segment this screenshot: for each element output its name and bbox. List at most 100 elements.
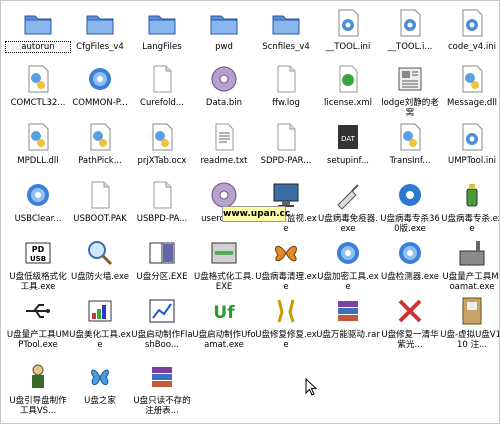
file-label: PathPick... — [78, 156, 122, 166]
folder-icon — [146, 7, 178, 39]
document-icon — [146, 63, 178, 95]
file-label: U盘量产工具Mfoamat.exe — [442, 272, 500, 292]
file-label: U盘病毒清理.exe — [255, 272, 317, 292]
file-label: TransInf... — [389, 156, 431, 166]
file-item[interactable]: U盘之家 — [70, 358, 130, 426]
file-label: U盘分区.EXE — [136, 272, 188, 282]
file-label: U盘病毒专杀.exe — [441, 214, 500, 234]
file-label: Message.dll — [446, 98, 498, 108]
file-label: U盘只读不存的注册表... — [133, 396, 191, 416]
magnifier-icon — [84, 237, 116, 269]
file-label: U盘启动制作FlashBoo... — [131, 330, 193, 350]
document-icon — [146, 179, 178, 211]
file-label: __TOOL.i... — [387, 42, 433, 52]
file-label: U盘引导盘制作工具VS... — [9, 396, 67, 416]
folder-icon — [22, 7, 54, 39]
file-label: U盘病毒专杀360版.exe — [380, 214, 440, 234]
file-label: U盘启动制作Ufoamat.exe — [192, 330, 256, 350]
repair-x-icon — [394, 295, 426, 327]
folder-icon — [208, 7, 240, 39]
file-item[interactable]: Uf U盘启动制作Ufoamat.exe — [192, 292, 256, 360]
gear-blue-icon — [394, 237, 426, 269]
tools-icon — [270, 295, 302, 327]
dll-gear-icon — [146, 121, 178, 153]
file-label: readme.txt — [200, 156, 248, 166]
file-label: U盘防火墙.exe — [70, 272, 129, 282]
file-item[interactable]: U盘修复修复.exe — [255, 292, 317, 360]
file-label: pwd — [215, 42, 233, 52]
uf-logo-icon: Uf — [208, 295, 240, 327]
usb-symbol-icon — [22, 295, 54, 327]
file-label: U盘量产工具UMPTool.exe — [6, 330, 70, 350]
file-label: U盘病毒免疫器.exe — [318, 214, 378, 234]
document-icon — [84, 179, 116, 211]
file-label: __TOOL.ini — [325, 42, 371, 52]
disc-icon — [208, 63, 240, 95]
file-item[interactable]: U盘万能驱动.rar — [316, 292, 380, 360]
folder-icon — [84, 7, 116, 39]
file-label: autorun — [5, 41, 71, 53]
document-icon — [270, 63, 302, 95]
file-item[interactable]: U盘美化工具.exe — [69, 292, 131, 360]
virtual-disk-icon — [456, 295, 488, 327]
file-item[interactable]: U盘修复一清华紫光... — [380, 292, 440, 360]
svg-text:DAT: DAT — [341, 135, 356, 143]
file-label: lodge刘静的老窝 — [381, 98, 439, 118]
mouse-pointer-icon — [305, 378, 317, 396]
dat-icon: DAT — [332, 121, 364, 153]
file-label: U盘-虚拟U盘V1.10 注... — [440, 330, 500, 350]
gear-blue-icon — [22, 179, 54, 211]
paint-icon — [84, 295, 116, 327]
msn-butterfly-icon — [84, 361, 116, 393]
dll-gear-icon — [456, 63, 488, 95]
dll-gear-icon — [22, 63, 54, 95]
file-item[interactable]: U盘只读不存的注册表... — [132, 358, 192, 426]
file-label: USBOOT.PAK — [73, 214, 127, 224]
file-label: UMPTool.ini — [447, 156, 496, 166]
file-label: U盘万能驱动.rar — [316, 330, 380, 340]
folder-icon — [270, 7, 302, 39]
file-label: MPDLL.dll — [17, 156, 59, 166]
factory-icon — [456, 237, 488, 269]
file-label: U盘低级格式化工具.exe — [9, 272, 67, 292]
file-label: code_v4.ini — [448, 42, 496, 52]
gear-blue-icon — [84, 63, 116, 95]
file-label: U盘加密工具.exe — [317, 272, 379, 292]
winrar-icon — [146, 361, 178, 393]
file-label: setupinf... — [326, 156, 369, 166]
dll-gear-icon — [394, 121, 426, 153]
newspaper-icon — [394, 63, 426, 95]
file-label: LangFiles — [142, 42, 182, 52]
settings-file-icon — [332, 7, 364, 39]
file-item[interactable]: U盘启动制作FlashBoo... — [131, 292, 193, 360]
file-label: license.xml — [323, 98, 373, 108]
document-icon — [270, 121, 302, 153]
file-label: USBClear... — [14, 214, 62, 224]
file-label: COMMON-P... — [72, 98, 128, 108]
shield-gear-icon — [394, 179, 426, 211]
file-item[interactable]: U盘引导盘制作工具VS... — [8, 358, 68, 426]
boot-man-icon — [22, 361, 54, 393]
svg-text:USB: USB — [30, 255, 46, 263]
file-label: Data.bin — [205, 98, 243, 108]
file-label: Scnfiles_v4 — [262, 42, 310, 52]
file-label: U盘格式化工具.EXE — [194, 272, 254, 292]
butterfly-icon — [270, 237, 302, 269]
file-item[interactable]: U盘-虚拟U盘V1.10 注... — [440, 292, 500, 360]
file-label: prjXTab.ocx — [137, 156, 187, 166]
file-label: ffw.log — [272, 98, 300, 108]
chart-window-icon — [146, 295, 178, 327]
file-item[interactable]: U盘量产工具UMPTool.exe — [6, 292, 70, 360]
dll-gear-icon — [84, 121, 116, 153]
format-tool-icon — [208, 237, 240, 269]
watermark-label: www.upan.cc — [222, 206, 290, 222]
file-label: CfgFiles_v4 — [76, 42, 124, 52]
file-label: U盘美化工具.exe — [69, 330, 131, 350]
syringe-icon — [332, 179, 364, 211]
usb-pd-icon: PD USB — [22, 237, 54, 269]
winrar-icon — [332, 295, 364, 327]
file-label: U盘修复修复.exe — [255, 330, 317, 350]
settings-file-icon — [394, 7, 426, 39]
svg-text:Uf: Uf — [213, 303, 235, 323]
xml-icon — [332, 63, 364, 95]
